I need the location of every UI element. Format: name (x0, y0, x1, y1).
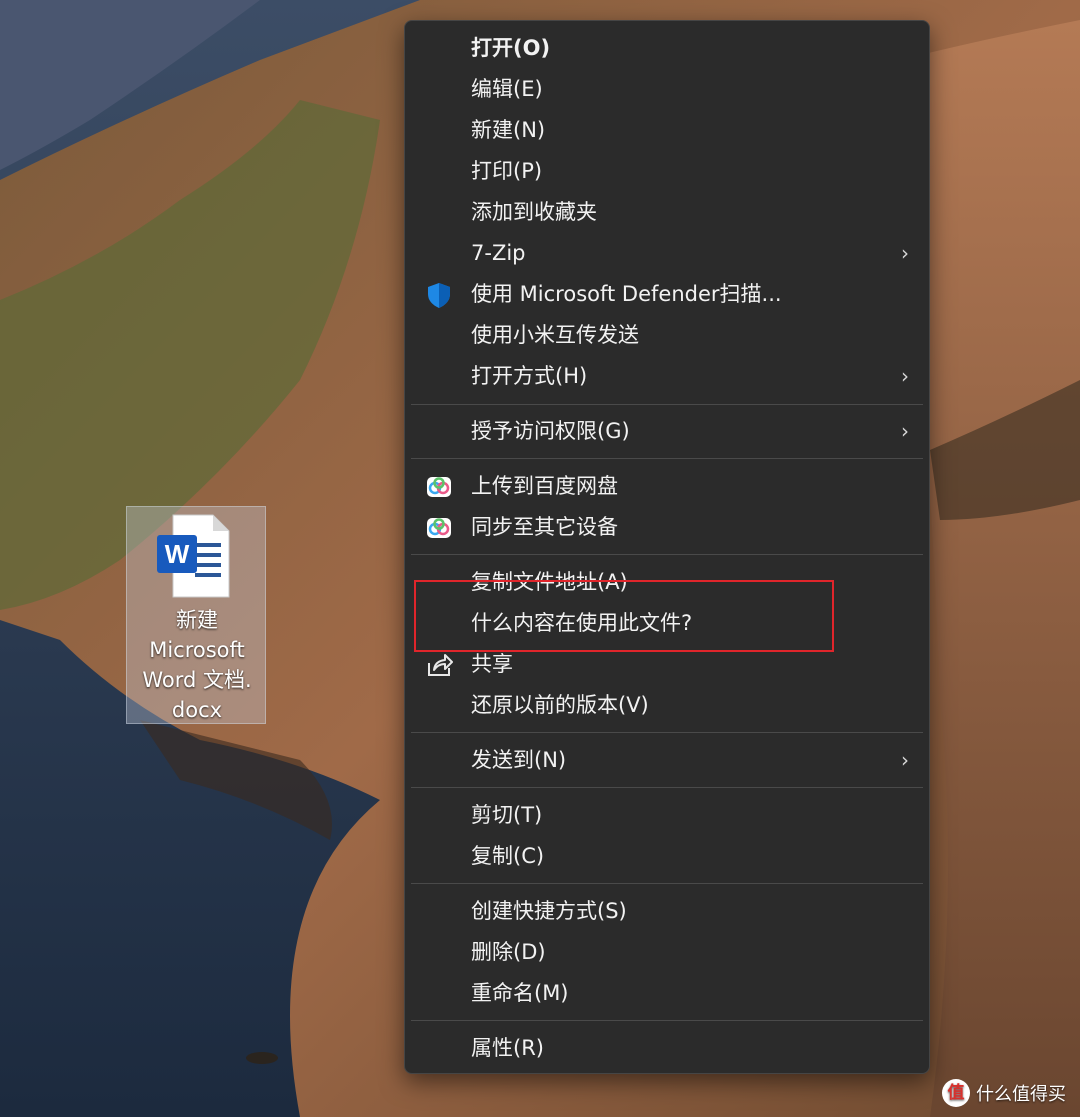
menu-separator (411, 554, 923, 555)
watermark-logo-icon: 值 (942, 1079, 970, 1107)
menu-item-22[interactable]: 属性(R) (411, 1029, 923, 1067)
menu-item-label: 新建(N) (471, 118, 546, 142)
menu-item-label: 创建快捷方式(S) (471, 899, 627, 923)
svg-text:W: W (165, 539, 190, 569)
menu-item-9[interactable]: 授予访问权限(G) › (411, 412, 923, 450)
menu-item-21[interactable]: 重命名(M) (411, 974, 923, 1012)
menu-item-label: 发送到(N) (471, 748, 567, 772)
menu-item-18[interactable]: 复制(C) (411, 837, 923, 875)
menu-separator (411, 787, 923, 788)
menu-item-label: 剪切(T) (471, 803, 543, 827)
menu-item-2[interactable]: 新建(N) (411, 111, 923, 149)
menu-item-label: 上传到百度网盘 (471, 474, 618, 498)
menu-item-label: 删除(D) (471, 940, 546, 964)
menu-item-8[interactable]: 打开方式(H) › (411, 357, 923, 395)
menu-separator (411, 732, 923, 733)
menu-item-label: 添加到收藏夹 (471, 200, 597, 224)
menu-item-label: 打印(P) (471, 159, 543, 183)
baidu-netdisk-icon (425, 514, 453, 542)
word-document-icon: W (155, 513, 231, 599)
menu-item-label: 复制(C) (471, 844, 545, 868)
chevron-right-icon: › (901, 748, 909, 772)
menu-separator (411, 883, 923, 884)
menu-item-label: 使用小米互传发送 (471, 323, 639, 347)
menu-item-4[interactable]: 添加到收藏夹 (411, 193, 923, 231)
menu-item-17[interactable]: 剪切(T) (411, 796, 923, 834)
menu-item-label: 授予访问权限(G) (471, 419, 630, 443)
menu-item-3[interactable]: 打印(P) (411, 152, 923, 190)
highlight-annotation-box (414, 580, 834, 652)
chevron-right-icon: › (901, 241, 909, 265)
menu-item-1[interactable]: 编辑(E) (411, 70, 923, 108)
menu-item-label: 还原以前的版本(V) (471, 693, 649, 717)
menu-item-11[interactable]: 同步至其它设备 (411, 508, 923, 546)
menu-item-label: 打开(O) (471, 36, 551, 60)
menu-item-5[interactable]: 7-Zip › (411, 234, 923, 272)
menu-item-6[interactable]: 使用 Microsoft Defender扫描... (411, 275, 923, 313)
menu-item-label: 使用 Microsoft Defender扫描... (471, 282, 782, 306)
watermark: 值 什么值得买 (942, 1077, 1066, 1109)
context-menu: 打开(O) 编辑(E) 新建(N) 打印(P) 添加到收藏夹 7-Zip › 使用 Micro… (404, 20, 930, 1074)
menu-item-label: 编辑(E) (471, 77, 543, 101)
watermark-text: 什么值得买 (976, 1084, 1066, 1105)
defender-shield-icon (425, 281, 453, 309)
menu-item-19[interactable]: 创建快捷方式(S) (411, 892, 923, 930)
menu-item-16[interactable]: 发送到(N) › (411, 741, 923, 779)
menu-item-label: 7-Zip (471, 241, 526, 265)
share-icon (425, 651, 453, 679)
menu-item-label: 属性(R) (471, 1036, 544, 1060)
menu-item-7[interactable]: 使用小米互传发送 (411, 316, 923, 354)
chevron-right-icon: › (901, 419, 909, 443)
file-name-label: 新建 Microsoft Word 文档. docx (142, 608, 252, 722)
menu-item-20[interactable]: 删除(D) (411, 933, 923, 971)
baidu-netdisk-icon (425, 473, 453, 501)
menu-item-label: 打开方式(H) (471, 364, 588, 388)
menu-item-label: 同步至其它设备 (471, 515, 618, 539)
chevron-right-icon: › (901, 364, 909, 388)
desktop-file-word-document[interactable]: W 新建 Microsoft Word 文档. docx (126, 506, 266, 724)
menu-item-0[interactable]: 打开(O) (411, 29, 923, 67)
menu-item-label: 重命名(M) (471, 981, 569, 1005)
menu-item-15[interactable]: 还原以前的版本(V) (411, 686, 923, 724)
menu-item-10[interactable]: 上传到百度网盘 (411, 467, 923, 505)
menu-separator (411, 458, 923, 459)
menu-separator (411, 1020, 923, 1021)
menu-separator (411, 404, 923, 405)
